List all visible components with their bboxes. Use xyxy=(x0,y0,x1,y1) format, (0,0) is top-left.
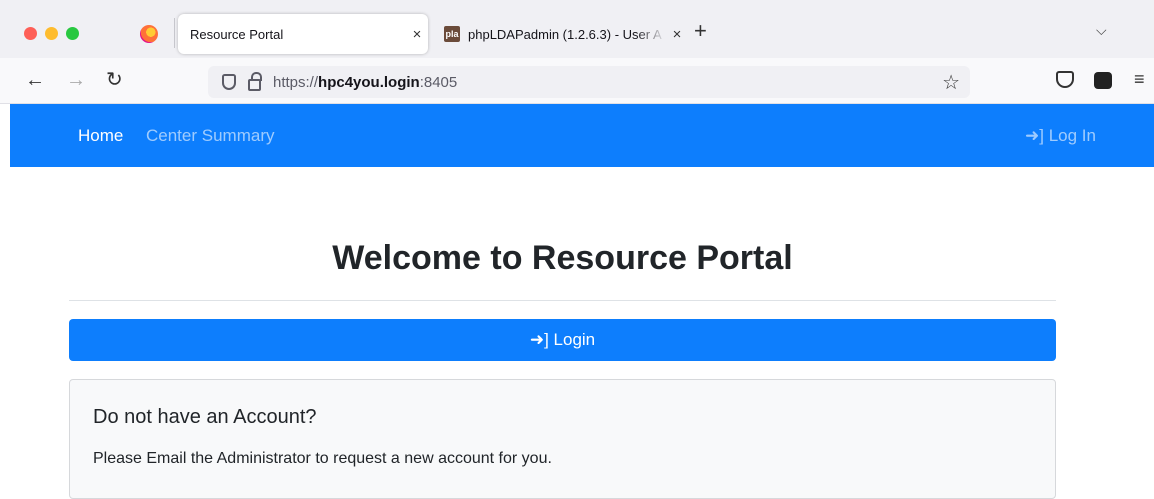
nav-center-summary-link[interactable]: Center Summary xyxy=(146,126,274,146)
card-text: Please Email the Administrator to reques… xyxy=(93,450,552,467)
extension-icon[interactable] xyxy=(1094,72,1112,89)
star-icon[interactable]: ☆ xyxy=(942,70,960,95)
reload-button[interactable]: ↻ xyxy=(106,68,123,92)
page-content: Home Center Summary ➜] Log In Welcome to… xyxy=(0,104,1154,499)
url-text[interactable]: https://hpc4you.login:8405 xyxy=(273,74,457,91)
url-host: hpc4you.login xyxy=(318,73,420,91)
hamburger-menu-icon[interactable]: ≡ xyxy=(1134,69,1145,90)
phpldapadmin-favicon-icon: pla xyxy=(444,26,460,42)
tab-close-icon[interactable]: × xyxy=(666,26,688,43)
back-button[interactable]: ← xyxy=(25,68,45,92)
forward-button[interactable]: → xyxy=(66,68,86,92)
window-minimize-button[interactable] xyxy=(45,27,58,40)
firefox-logo-icon xyxy=(140,25,158,43)
lock-icon[interactable] xyxy=(248,72,262,91)
tab-title: Resource Portal xyxy=(190,26,284,42)
shield-icon[interactable] xyxy=(222,74,236,90)
tab-title: phpLDAPadmin (1.2.6.3) - User A xyxy=(468,26,662,42)
pocket-icon[interactable] xyxy=(1056,71,1074,88)
url-prefix: https:// xyxy=(273,73,319,91)
page-title: Welcome to Resource Portal xyxy=(332,239,793,277)
tab-separator xyxy=(174,18,175,48)
tab-close-icon[interactable]: × xyxy=(406,26,428,43)
tab-phpldapadmin[interactable]: pla phpLDAPadmin (1.2.6.3) - User A × xyxy=(438,14,688,54)
nav-log-in-link[interactable]: ➜] Log In xyxy=(1025,126,1096,146)
tab-list-chevron-icon[interactable]: ⌵ xyxy=(1096,22,1107,39)
nav-home-link[interactable]: Home xyxy=(78,126,123,146)
window-close-button[interactable] xyxy=(24,27,37,40)
new-tab-button[interactable]: + xyxy=(694,20,707,42)
window-zoom-button[interactable] xyxy=(66,27,79,40)
site-navbar: Home Center Summary ➜] Log In xyxy=(10,104,1154,167)
card-title: Do not have an Account? xyxy=(93,406,317,428)
url-port: :8405 xyxy=(419,73,458,91)
address-bar[interactable]: https://hpc4you.login:8405 ☆ xyxy=(208,66,970,98)
no-account-card: Do not have an Account? Please Email the… xyxy=(69,379,1056,499)
tab-resource-portal[interactable]: Resource Portal × xyxy=(178,14,428,54)
browser-tab-strip: Resource Portal × pla phpLDAPadmin (1.2.… xyxy=(0,0,1154,58)
divider xyxy=(69,300,1056,301)
browser-toolbar: ← → ↻ https://hpc4you.login:8405 ☆ ≡ xyxy=(0,58,1154,104)
login-button[interactable]: ➜] Login xyxy=(69,319,1056,361)
